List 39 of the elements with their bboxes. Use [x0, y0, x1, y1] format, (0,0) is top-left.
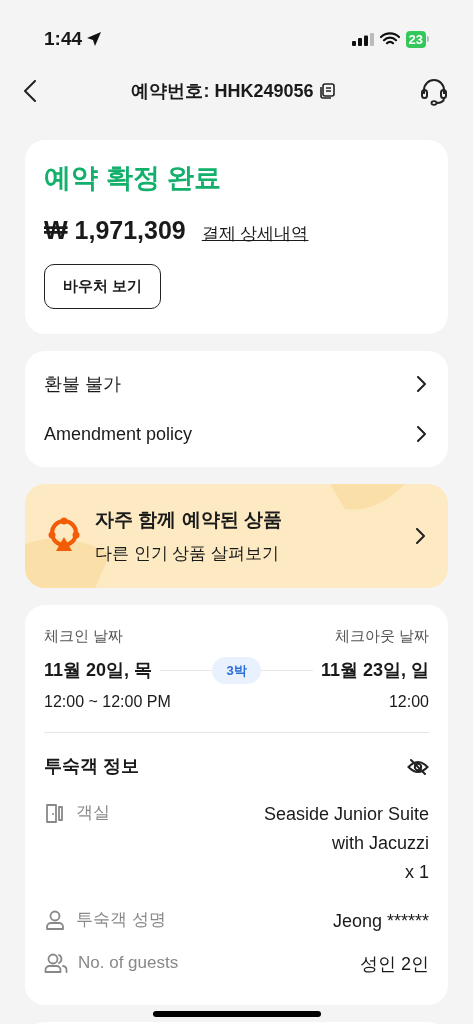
checkin-label: 체크인 날짜	[44, 626, 124, 646]
wifi-icon	[379, 32, 400, 46]
chevron-right-icon	[416, 426, 426, 442]
nights-badge: 3박	[212, 656, 261, 684]
status-time: 1:44	[44, 26, 83, 51]
policy-item[interactable]: 환불 불가	[44, 359, 429, 409]
room-quantity: x 1	[405, 861, 429, 884]
headset-icon[interactable]	[419, 76, 449, 106]
chevron-right-icon	[415, 528, 425, 544]
checkout-time: 12:00	[388, 692, 429, 712]
promo-title: 자주 함께 예약된 상품	[95, 508, 283, 532]
chevron-right-icon	[416, 376, 426, 392]
checkin-time: 12:00 ~ 12:00 PM	[44, 692, 171, 712]
voucher-button[interactable]: 바우처 보기	[44, 263, 161, 309]
eye-slash-icon[interactable]	[407, 757, 429, 776]
person-icon	[44, 908, 66, 931]
signal-icon	[351, 32, 374, 46]
field-value: Jeong ******	[332, 910, 429, 933]
booking-status: 예약 확정 완료	[44, 162, 222, 195]
back-icon	[24, 80, 36, 102]
checkin-date: 11월 20일, 목	[44, 658, 153, 682]
location-arrow-icon	[86, 31, 103, 47]
field-value: 성인 2인	[360, 953, 429, 976]
promo-banner[interactable]: 자주 함께 예약된 상품 다른 인기 상품 살펴보기	[25, 484, 448, 588]
people-icon	[44, 951, 68, 974]
door-icon	[44, 801, 66, 824]
payment-details-link[interactable]: 결제 상세내역	[201, 221, 309, 247]
section-title: 투숙객 정보	[44, 755, 139, 778]
copy-icon[interactable]	[317, 82, 336, 100]
booking-number: 예약번호: HHK249056	[131, 79, 314, 103]
field-label: No. of guests	[78, 952, 179, 974]
total-price: ₩ 1,971,309	[44, 215, 186, 246]
checkout-label: 체크아웃 날짜	[334, 626, 429, 646]
field-label: 투숙객 성명	[76, 909, 166, 931]
battery-indicator: 23	[405, 30, 429, 48]
field-label: 객실	[76, 802, 110, 824]
policy-item[interactable]: Amendment policy	[44, 409, 429, 459]
checkout-date: 11월 23일, 일	[320, 658, 429, 682]
promo-subtitle: 다른 인기 상품 살펴보기	[95, 542, 281, 565]
